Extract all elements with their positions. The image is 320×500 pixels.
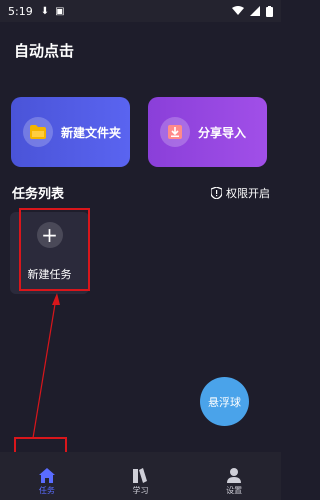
tab-settings[interactable]: 设置 [204, 468, 264, 496]
signal-icon [250, 6, 260, 16]
share-import-label: 分享导入 [198, 125, 247, 140]
task-list-title: 任务列表 [12, 187, 65, 202]
page-title: 自动点击 [14, 42, 75, 60]
new-folder-button[interactable]: 新建文件夹 [11, 97, 130, 167]
folder-icon [30, 125, 46, 139]
shield-icon [211, 186, 222, 199]
wifi-icon [232, 6, 244, 15]
notification-icon: ▣ [55, 5, 65, 17]
tab-task-label: 任务 [38, 486, 55, 495]
permission-label: 权限开启 [226, 186, 270, 200]
user-icon [227, 468, 242, 483]
import-icon-wrap [160, 117, 190, 147]
book-icon [133, 468, 148, 483]
status-right [232, 5, 273, 17]
float-ball-button[interactable]: 悬浮球 [200, 377, 249, 426]
plus-icon: + [36, 222, 63, 248]
share-import-button[interactable]: 分享导入 [148, 97, 267, 167]
tab-learn-label: 学习 [132, 486, 149, 495]
import-icon [168, 125, 182, 139]
task-section-header: 任务列表 权限开启 [12, 183, 270, 202]
battery-icon [266, 5, 273, 17]
tab-learn[interactable]: 学习 [110, 468, 170, 496]
tab-task[interactable]: 任务 [17, 468, 77, 496]
status-time: 5:19 [8, 4, 33, 18]
bottom-tab-bar: 任务 学习 设置 [0, 452, 281, 500]
new-folder-label: 新建文件夹 [61, 125, 122, 140]
status-bar: 5:19 ⬇ ▣ [0, 0, 281, 22]
new-task-label: 新建任务 [27, 268, 72, 281]
home-icon [38, 468, 55, 483]
permission-button[interactable]: 权限开启 [211, 185, 270, 201]
download-icon: ⬇ [40, 5, 50, 17]
folder-icon-wrap [23, 117, 53, 147]
float-ball-label: 悬浮球 [208, 395, 241, 409]
new-task-button[interactable]: + 新建任务 [10, 212, 89, 294]
tab-settings-label: 设置 [226, 486, 243, 495]
